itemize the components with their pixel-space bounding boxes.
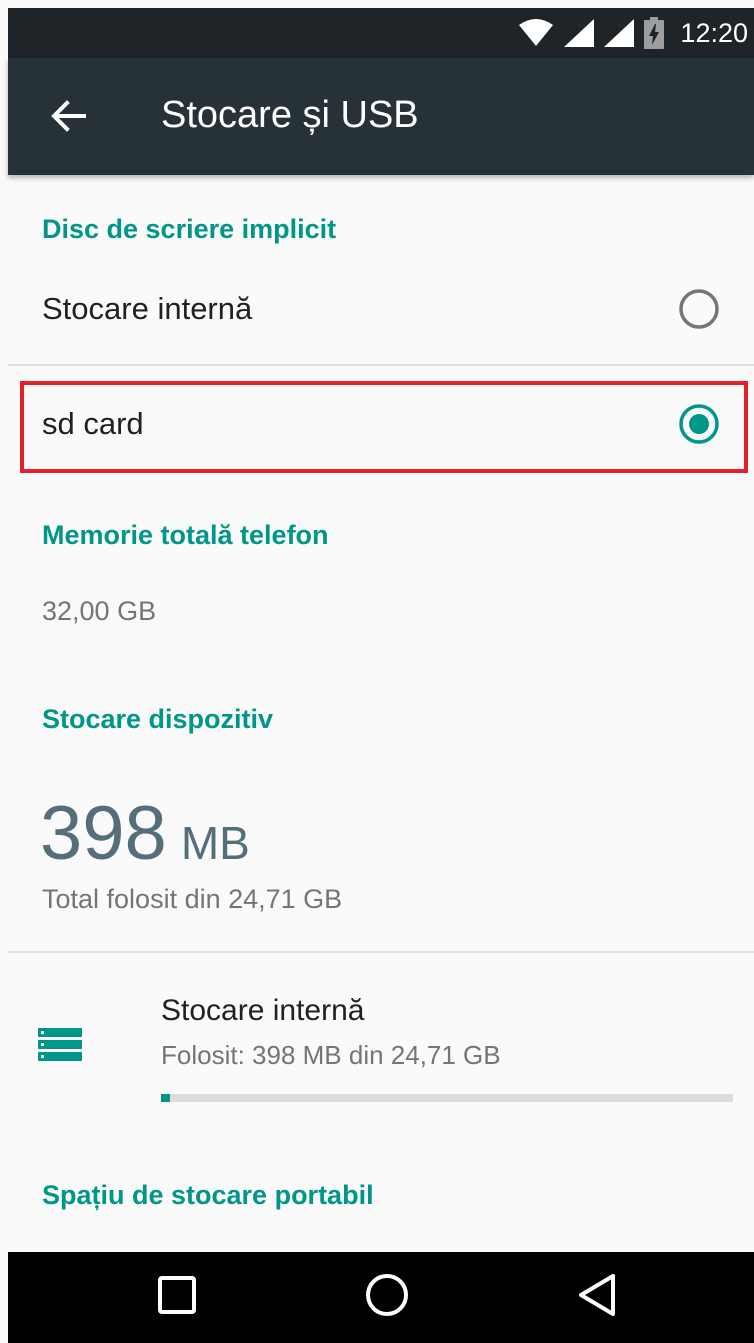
section-header-device-storage: Stocare dispozitiv — [42, 704, 274, 734]
storage-usage-fill — [161, 1094, 171, 1102]
section-header-portable-storage: Spațiu de stocare portabil — [42, 1180, 374, 1210]
used-storage-unit: MB — [180, 817, 250, 869]
status-bar: 12:20 — [8, 8, 754, 58]
divider — [8, 364, 754, 366]
storage-usage-bar — [161, 1094, 733, 1102]
wifi-icon — [518, 19, 554, 47]
option-internal-storage[interactable]: Stocare internă — [8, 256, 754, 362]
signal-icon — [564, 19, 595, 47]
storage-item-title: Stocare internă — [161, 994, 365, 1027]
screen: 12:20 Stocare și USB Disc de scriere imp… — [0, 0, 754, 1343]
option-label: sd card — [42, 406, 144, 441]
option-label: Stocare internă — [42, 291, 253, 326]
option-sd-card[interactable]: sd card — [8, 371, 754, 477]
arrow-left-icon — [50, 99, 86, 137]
status-icons: 12:20 — [518, 8, 750, 58]
divider — [8, 951, 754, 953]
section-header-default-disk: Disc de scriere implicit — [42, 214, 337, 244]
status-clock: 12:20 — [680, 17, 748, 48]
home-button[interactable] — [342, 1252, 432, 1343]
section-header-total-memory: Memorie totală telefon — [42, 520, 329, 550]
radio-checked-icon[interactable] — [678, 403, 720, 445]
battery-charging-icon — [644, 17, 665, 49]
signal-icon — [604, 19, 635, 47]
radio-unchecked-icon[interactable] — [678, 288, 720, 330]
back-triangle-icon — [577, 1273, 617, 1322]
home-circle-icon — [365, 1273, 409, 1322]
storage-icon — [38, 1028, 82, 1062]
storage-item-subtitle: Folosit: 398 MB din 24,71 GB — [161, 1040, 501, 1070]
internal-storage-item[interactable]: Stocare internă Folosit: 398 MB din 24,7… — [8, 960, 754, 1110]
navigation-bar — [8, 1252, 754, 1343]
app-toolbar: Stocare și USB — [8, 58, 754, 175]
back-button[interactable] — [38, 88, 98, 148]
system-back-button[interactable] — [552, 1252, 642, 1343]
recents-button[interactable] — [132, 1252, 222, 1343]
used-storage-number: 398 — [40, 791, 167, 876]
used-storage-amount: 398 MB — [40, 790, 250, 877]
used-storage-caption: Total folosit din 24,71 GB — [42, 884, 343, 914]
page-title: Stocare și USB — [161, 94, 419, 136]
total-memory-value: 32,00 GB — [42, 596, 157, 626]
recents-square-icon — [157, 1275, 197, 1320]
